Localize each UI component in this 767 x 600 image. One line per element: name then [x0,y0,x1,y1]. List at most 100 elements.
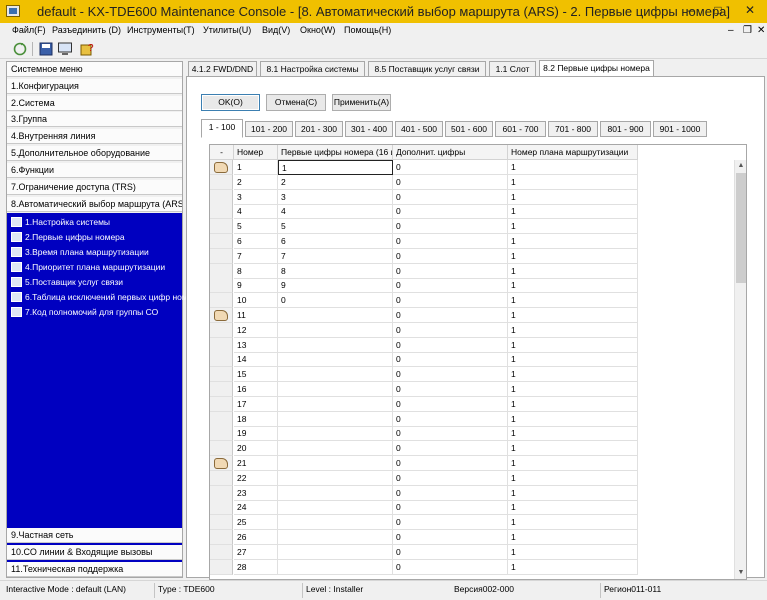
cell-additional-digits[interactable]: 0 [393,544,508,560]
section-features[interactable]: 6.Функции [7,163,182,178]
row-header[interactable] [210,426,233,442]
cell-additional-digits[interactable]: 0 [393,530,508,545]
row-header[interactable] [210,248,233,264]
cell-leading-digits[interactable] [278,308,393,323]
table-row[interactable]: 4401 [210,204,746,220]
cell-routing-plan[interactable]: 1 [508,426,638,442]
subitem-exception-table[interactable]: 6.Таблица исключений первых цифр номера [11,290,202,304]
cell-leading-digits[interactable] [278,411,393,427]
cell-additional-digits[interactable]: 0 [393,411,508,427]
range-tab-701-800[interactable]: 701 - 800 [548,121,598,137]
cell-leading-digits[interactable] [278,485,393,501]
column-header-routing-plan[interactable]: Номер плана маршрутизации [508,145,638,160]
row-header[interactable] [210,322,233,338]
cell-additional-digits[interactable]: 0 [393,308,508,323]
row-header[interactable] [210,367,233,383]
cell-leading-digits[interactable]: 5 [278,219,393,235]
table-row[interactable]: 6601 [210,234,746,249]
cell-additional-digits[interactable]: 0 [393,219,508,235]
row-header[interactable] [210,219,233,235]
section-configuration[interactable]: 1.Конфигурация [7,79,182,94]
cell-routing-plan[interactable]: 1 [508,308,638,323]
cell-additional-digits[interactable]: 0 [393,441,508,457]
cell-leading-digits[interactable] [278,456,393,471]
cell-routing-plan[interactable]: 1 [508,411,638,427]
menu-help[interactable]: Помощь(H) [344,25,391,35]
menu-disconnect[interactable]: Разъединить (D) [52,25,121,35]
cell-additional-digits[interactable]: 0 [393,234,508,249]
row-header[interactable] [210,485,233,501]
table-row[interactable]: 19 0 1 [210,426,746,442]
range-tab-501-600[interactable]: 501 - 600 [445,121,493,137]
table-row[interactable]: 12 0 1 [210,322,746,338]
cell-leading-digits[interactable]: 9 [278,278,393,294]
cell-additional-digits[interactable]: 0 [393,470,508,486]
cell-routing-plan[interactable]: 1 [508,248,638,264]
mdi-close-button[interactable]: ✕ [757,25,765,36]
cell-additional-digits[interactable]: 0 [393,352,508,368]
cell-leading-digits[interactable] [278,515,393,531]
row-header[interactable] [210,382,233,397]
section-maintenance[interactable]: 11.Техническая поддержка [7,562,182,577]
cell-routing-plan[interactable]: 1 [508,515,638,531]
cell-additional-digits[interactable]: 0 [393,160,508,175]
table-row[interactable]: 20 0 1 [210,441,746,457]
table-row[interactable]: 3301 [210,189,746,205]
cell-additional-digits[interactable]: 0 [393,382,508,397]
cell-additional-digits[interactable]: 0 [393,278,508,294]
menu-window[interactable]: Окно(W) [300,25,335,35]
row-header[interactable] [210,456,233,471]
column-header-leading-digits[interactable]: Первые цифры номера (16 ц [278,145,393,160]
cell-additional-digits[interactable]: 0 [393,322,508,338]
cell-additional-digits[interactable]: 0 [393,248,508,264]
row-header[interactable] [210,544,233,560]
table-row[interactable]: 28 0 1 [210,559,746,575]
scroll-up-arrow-icon[interactable]: ▲ [735,160,746,172]
section-optional-device[interactable]: 5.Дополнительное оборудование [7,146,182,161]
range-tab-601-700[interactable]: 601 - 700 [495,121,546,137]
cell-routing-plan[interactable]: 1 [508,263,638,279]
cell-additional-digits[interactable]: 0 [393,293,508,309]
table-row[interactable]: 10 0 0 1 [210,293,746,309]
cell-additional-digits[interactable]: 0 [393,174,508,190]
cell-additional-digits[interactable]: 0 [393,396,508,412]
table-row[interactable]: 23 0 1 [210,485,746,501]
table-row[interactable]: 24 0 1 [210,500,746,516]
subitem-leading-digits[interactable]: 2.Первые цифры номера [11,230,125,244]
range-tab-1-100[interactable]: 1 - 100 [201,119,243,138]
section-private-network[interactable]: 9.Частная сеть [7,528,182,543]
cell-additional-digits[interactable]: 0 [393,367,508,383]
table-row[interactable]: 2201 [210,174,746,190]
cell-additional-digits[interactable]: 0 [393,500,508,516]
menu-view[interactable]: Вид(V) [262,25,290,35]
row-header[interactable] [210,308,233,323]
tab-fwd-dnd[interactable]: 4.1.2 FWD/DND [188,61,257,76]
apply-button[interactable]: Применить(A) [332,94,391,111]
table-row[interactable]: 14 0 1 [210,352,746,368]
cell-additional-digits[interactable]: 0 [393,485,508,501]
tab-system-setting[interactable]: 8.1 Настройка системы [260,61,365,76]
tab-carrier[interactable]: 8.5 Поставщик услуг связи [368,61,486,76]
row-header[interactable] [210,396,233,412]
cell-additional-digits[interactable]: 0 [393,337,508,353]
cell-leading-digits[interactable] [278,544,393,560]
section-system[interactable]: 2.Система [7,96,182,111]
column-header-additional-digits[interactable]: Дополнит. цифры [393,145,508,160]
cell-additional-digits[interactable]: 0 [393,515,508,531]
range-tab-901-1000[interactable]: 901 - 1000 [653,121,707,137]
row-header[interactable] [210,441,233,457]
cell-routing-plan[interactable]: 1 [508,396,638,412]
scroll-down-arrow-icon[interactable]: ▼ [735,567,746,579]
cell-routing-plan[interactable]: 1 [508,352,638,368]
cell-routing-plan[interactable]: 1 [508,382,638,397]
cell-additional-digits[interactable]: 0 [393,559,508,575]
cell-routing-plan[interactable]: 1 [508,544,638,560]
mdi-minimize-button[interactable]: – [728,25,734,36]
tab-leading-digits[interactable]: 8.2 Первые цифры номера [539,60,654,77]
range-tab-201-300[interactable]: 201 - 300 [295,121,343,137]
subitem-authorization-code[interactable]: 7.Код полномочий для группы СО [11,305,158,319]
cell-leading-digits[interactable]: 1 [278,160,393,175]
save-icon[interactable] [38,41,54,57]
table-row[interactable]: 27 0 1 [210,544,746,560]
cell-routing-plan[interactable]: 1 [508,293,638,309]
